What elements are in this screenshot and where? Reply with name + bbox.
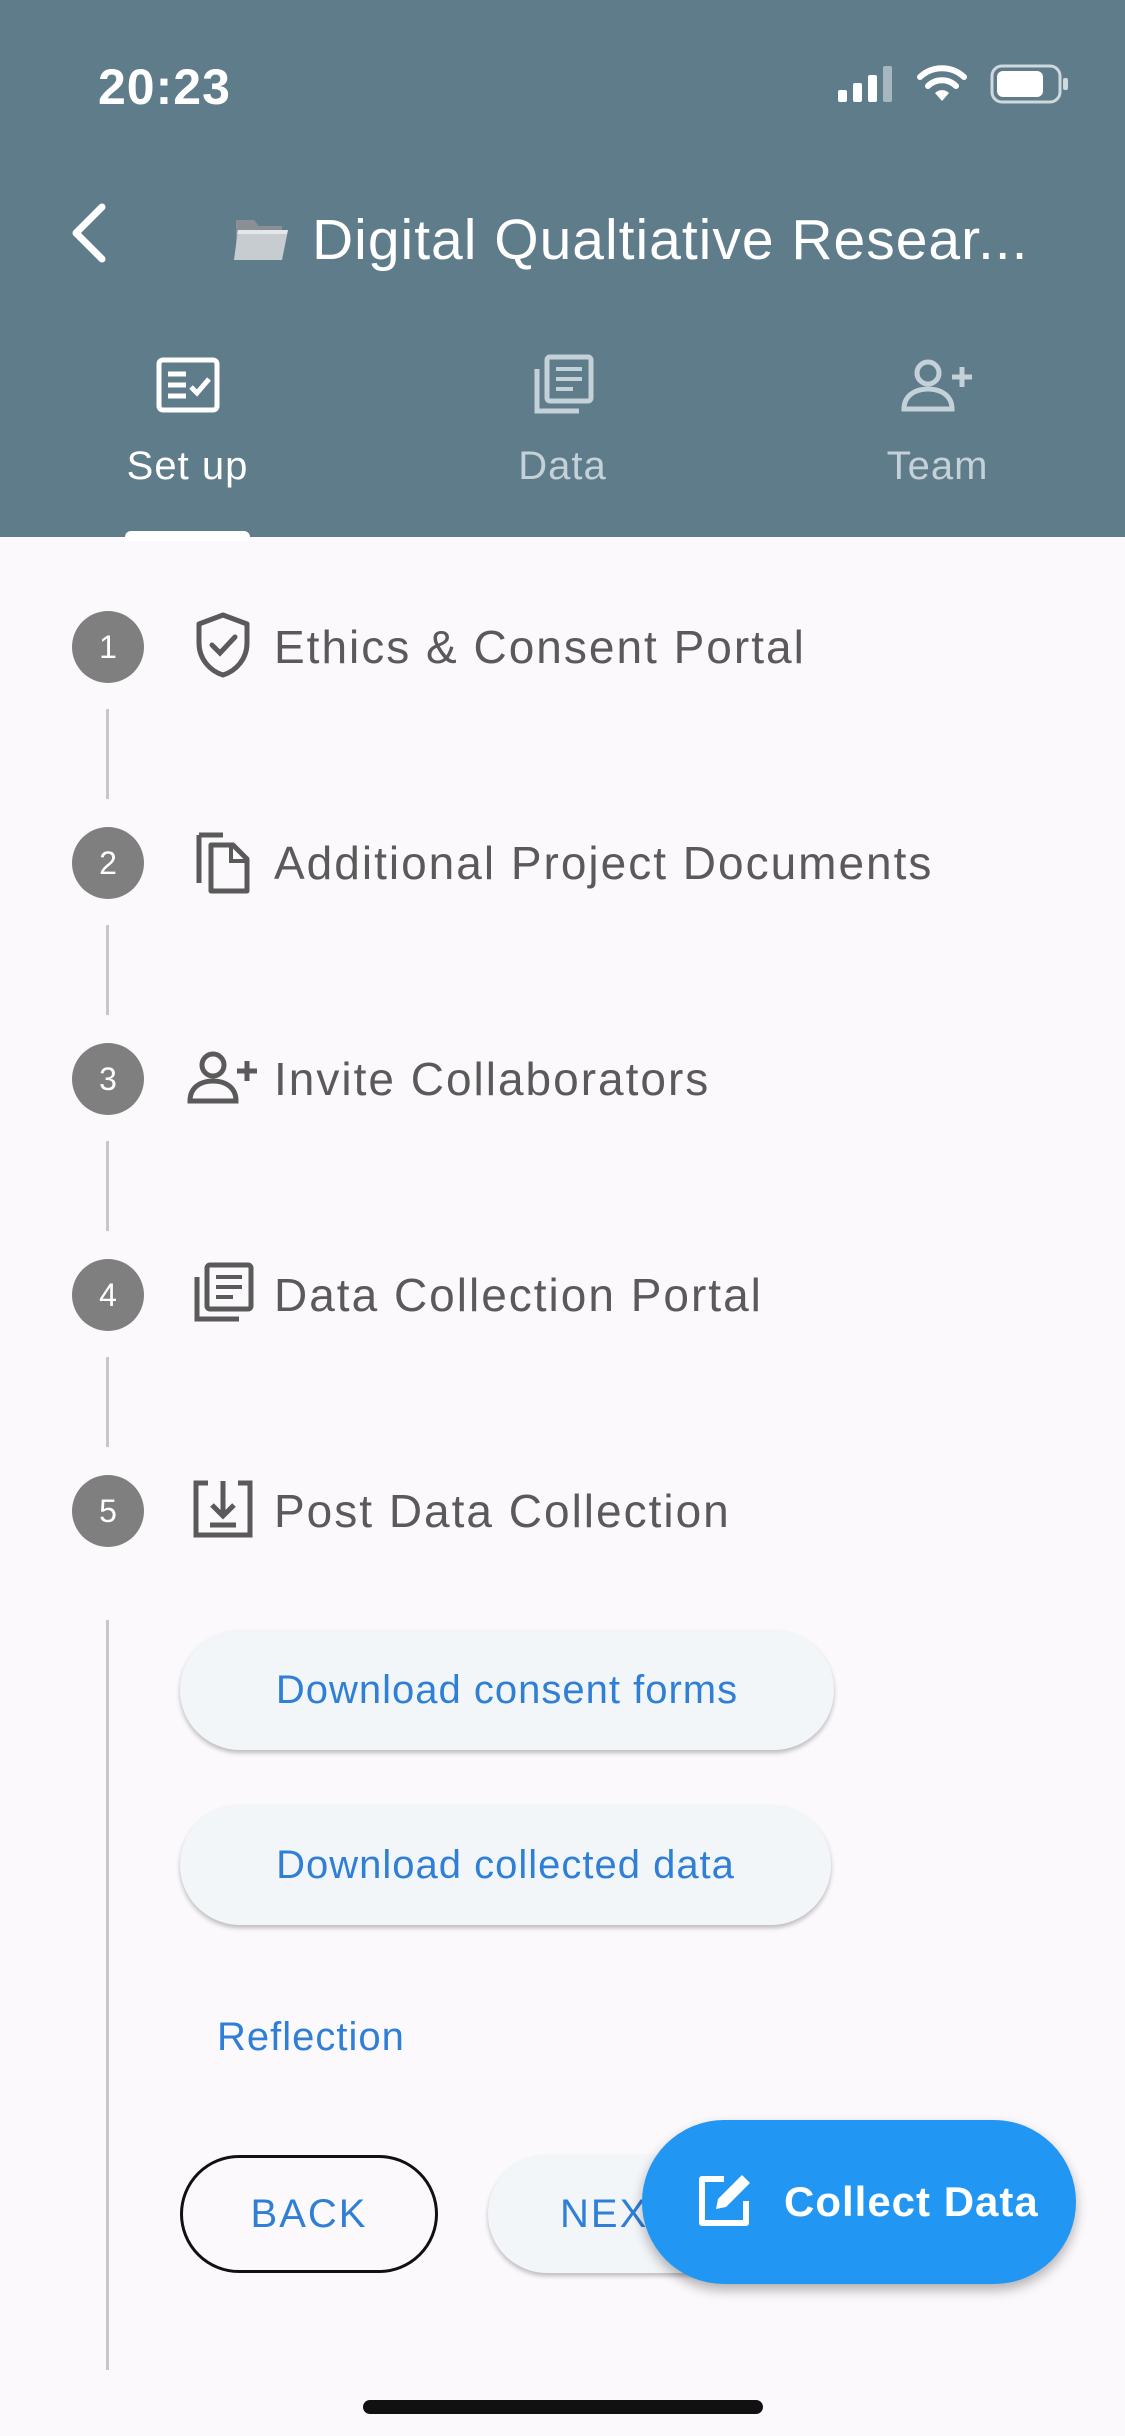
tab-data[interactable]: Data — [375, 340, 750, 537]
tab-team[interactable]: Team — [750, 340, 1125, 537]
document-stack-icon — [191, 1261, 255, 1330]
step-number: 4 — [72, 1259, 144, 1331]
step-label: Additional Project Documents — [274, 837, 934, 889]
edit-square-icon — [694, 2169, 756, 2236]
shield-check-icon — [193, 611, 253, 684]
collect-data-fab[interactable]: Collect Data — [642, 2120, 1076, 2284]
step-connector — [106, 709, 109, 799]
step-number: 3 — [72, 1043, 144, 1115]
step-3[interactable]: 3 Invite Collaborators — [72, 1042, 1072, 1116]
step-2[interactable]: 2 Additional Project Documents — [72, 826, 1072, 900]
wifi-icon — [916, 64, 968, 108]
tab-setup-label: Set up — [126, 444, 249, 488]
step-5[interactable]: 5 Post Data Collection — [72, 1474, 1072, 1548]
download-box-icon — [190, 1479, 256, 1544]
tab-team-label: Team — [886, 444, 989, 488]
step-connector — [106, 1141, 109, 1231]
status-time: 20:23 — [98, 59, 231, 115]
tab-bar: Set up Data Team — [0, 340, 1125, 537]
download-consent-forms-button[interactable]: Download consent forms — [180, 1630, 834, 1750]
home-indicator — [363, 2400, 763, 2414]
person-add-icon — [900, 357, 976, 418]
step-number: 1 — [72, 611, 144, 683]
checklist-icon — [156, 357, 220, 418]
step-connector — [106, 1620, 109, 2370]
status-icons — [838, 64, 1070, 108]
tab-setup[interactable]: Set up — [0, 340, 375, 537]
documents-copy-icon — [193, 827, 253, 900]
step-connector — [106, 1357, 109, 1447]
back-step-button[interactable]: BACK — [180, 2155, 438, 2273]
page-title-text: Digital Qualtiative Resear... — [312, 208, 1029, 272]
step-label: Data Collection Portal — [274, 1269, 763, 1321]
back-button[interactable] — [48, 190, 128, 280]
reflection-button[interactable]: Reflection — [217, 2015, 405, 2060]
step-label: Post Data Collection — [274, 1485, 731, 1537]
collect-data-label: Collect Data — [784, 2178, 1039, 2225]
tab-data-label: Data — [518, 444, 607, 488]
folder-icon — [232, 212, 290, 269]
step-4[interactable]: 4 Data Collection Portal — [72, 1258, 1072, 1332]
step-1[interactable]: 1 Ethics & Consent Portal — [72, 610, 1072, 684]
document-stack-icon — [531, 353, 595, 422]
step-label: Ethics & Consent Portal — [274, 621, 806, 673]
step-number: 5 — [72, 1475, 144, 1547]
person-add-icon — [187, 1049, 259, 1110]
step-connector — [106, 925, 109, 1015]
step-label: Invite Collaborators — [274, 1053, 711, 1105]
battery-icon — [990, 64, 1070, 109]
signal-icon — [838, 65, 894, 107]
page-title: Digital Qualtiative Resear... — [232, 200, 1072, 280]
app-header: 20:23 Digital Qualtiative Resear... Set … — [0, 0, 1125, 541]
step-number: 2 — [72, 827, 144, 899]
download-collected-data-button[interactable]: Download collected data — [180, 1805, 831, 1925]
chevron-left-icon — [66, 201, 110, 270]
